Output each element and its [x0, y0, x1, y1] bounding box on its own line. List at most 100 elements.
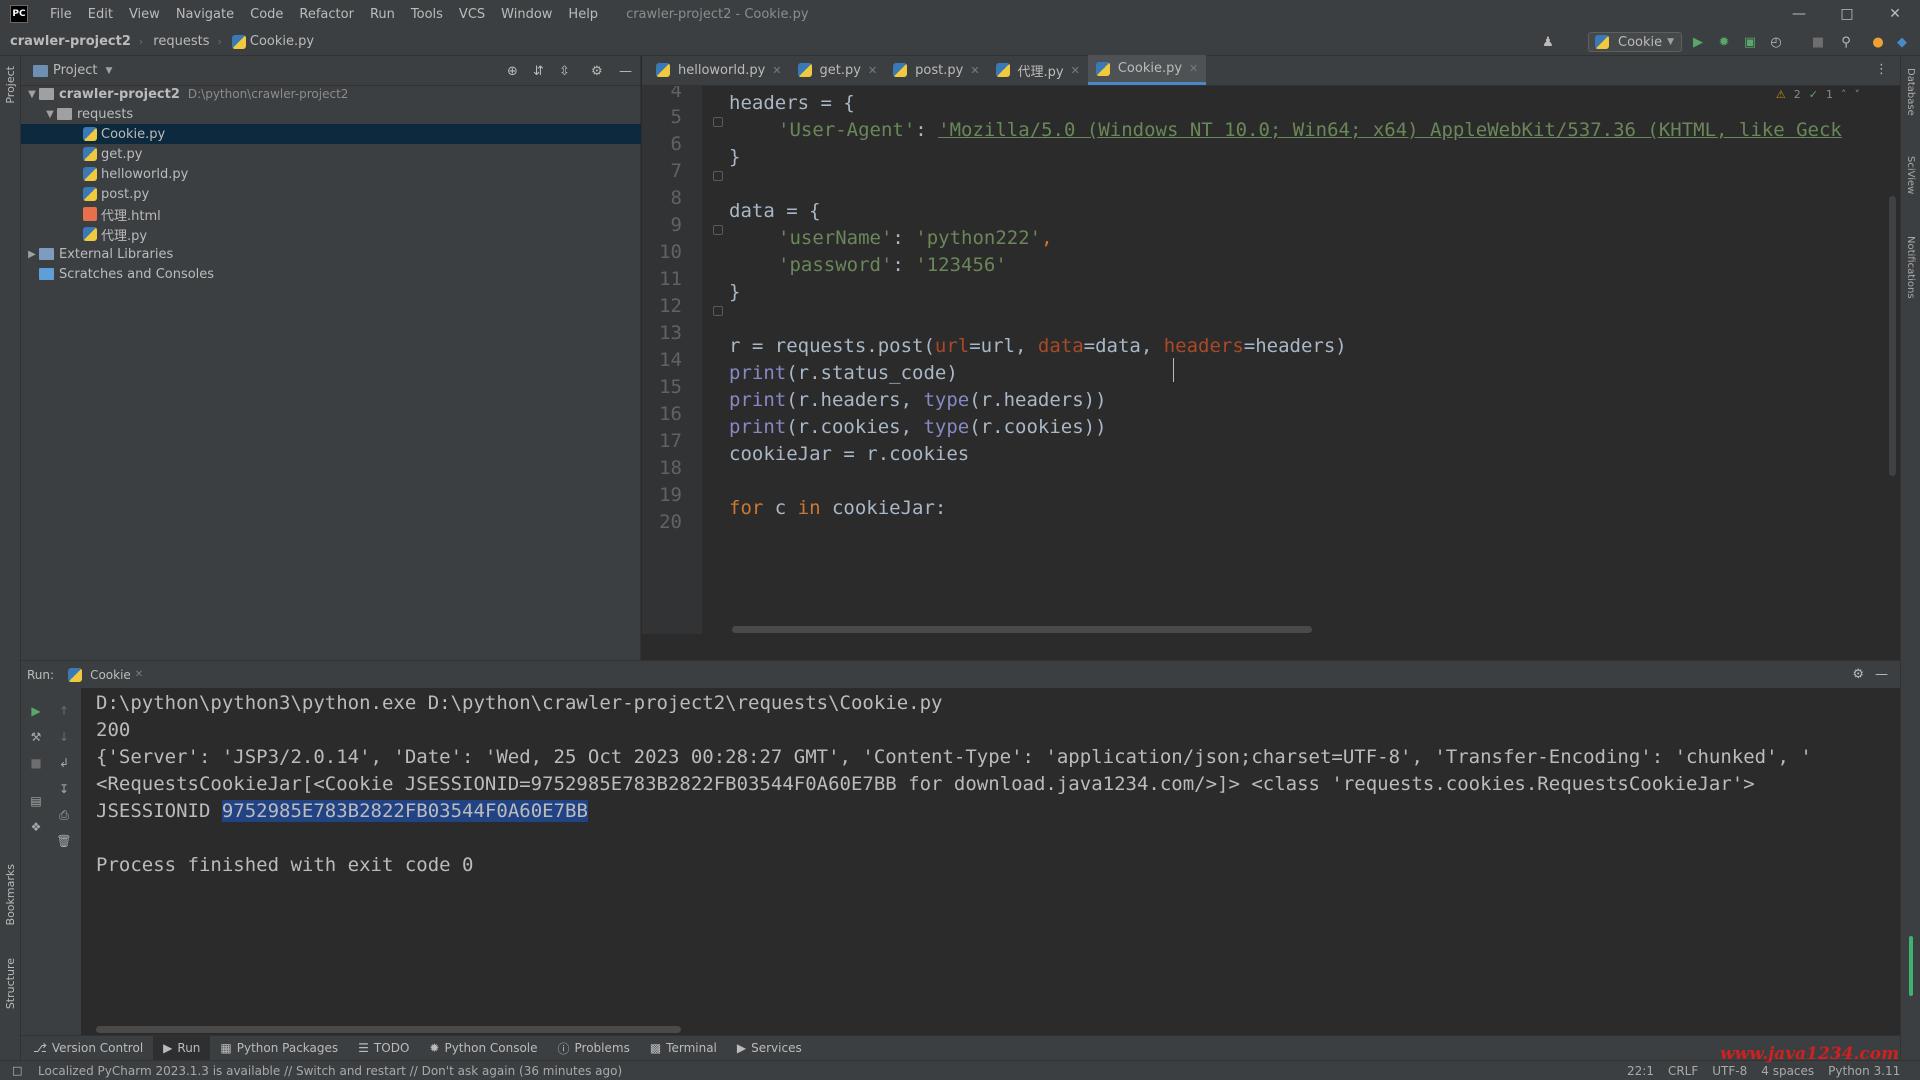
close-tab-icon[interactable]: ✕ — [970, 64, 979, 77]
breadcrumb-file[interactable]: Cookie.py — [222, 34, 314, 49]
close-tab-icon[interactable]: ✕ — [868, 64, 877, 77]
more-tabs-icon[interactable]: ⋮ — [1875, 62, 1888, 77]
run-config-select[interactable]: Cookie ▼ — [1588, 32, 1682, 52]
tree-item-post-py[interactable]: post.py — [21, 184, 641, 204]
tab-post-py[interactable]: post.py ✕ — [885, 55, 987, 85]
menu-code[interactable]: Code — [242, 7, 291, 22]
fold-marker-icon[interactable] — [713, 225, 723, 235]
sciview-tool-button[interactable]: SciView — [1905, 156, 1916, 194]
tree-item-helloworld-py[interactable]: helloworld.py — [21, 164, 641, 184]
menu-refactor[interactable]: Refactor — [291, 7, 362, 22]
collapse-all-icon[interactable]: ⇳ — [559, 64, 570, 79]
menu-file[interactable]: File — [42, 7, 80, 22]
scroll-to-end-icon[interactable]: ↧ — [55, 780, 73, 798]
menu-edit[interactable]: Edit — [80, 7, 121, 22]
close-tab-icon[interactable]: ✕ — [1189, 62, 1198, 75]
locate-icon[interactable]: ⊕ — [507, 64, 518, 79]
print-icon[interactable]: ⎙ — [55, 806, 73, 824]
close-tab-icon[interactable]: ✕ — [772, 64, 781, 77]
editor-vertical-scrollbar[interactable] — [1889, 196, 1896, 476]
close-tab-icon[interactable]: ✕ — [1071, 64, 1080, 77]
notifications-tool-button[interactable]: Notifications — [1905, 236, 1916, 299]
caret-position[interactable]: 22:1 — [1620, 1064, 1661, 1078]
hide-icon[interactable]: — — [1875, 667, 1888, 682]
debug-icon[interactable]: ✹ — [1716, 34, 1732, 50]
tab-terminal[interactable]: ▩ Terminal — [640, 1036, 727, 1061]
tab-proxy-py[interactable]: 代理.py ✕ — [988, 55, 1088, 85]
layout-toggle-icon[interactable]: □ — [12, 1064, 22, 1077]
fold-marker-icon[interactable] — [713, 117, 723, 127]
rerun-icon[interactable]: ▶ — [27, 702, 45, 720]
status-message[interactable]: Localized PyCharm 2023.1.3 is available … — [0, 1064, 622, 1078]
breadcrumb-folder[interactable]: requests — [143, 34, 209, 49]
structure-tool-button[interactable]: Structure — [4, 958, 17, 1009]
update-icon[interactable]: ● — [1870, 34, 1886, 50]
tab-helloworld-py[interactable]: helloworld.py ✕ — [648, 55, 790, 85]
down-icon[interactable]: ↓ — [55, 728, 73, 746]
tab-python-packages[interactable]: ▦ Python Packages — [210, 1036, 348, 1061]
menu-window[interactable]: Window — [493, 7, 560, 22]
minimize-icon[interactable]: — — [1776, 0, 1822, 28]
menu-navigate[interactable]: Navigate — [168, 7, 242, 22]
menu-view[interactable]: View — [121, 7, 168, 22]
menu-run[interactable]: Run — [362, 7, 403, 22]
chevron-up-icon[interactable]: ˄ — [1841, 88, 1847, 101]
tree-item-proxy-html[interactable]: 代理.html — [21, 204, 641, 224]
soft-wrap-icon[interactable]: ↲ — [55, 754, 73, 772]
run-tab-cookie[interactable]: Cookie ✕ — [68, 667, 143, 682]
breadcrumb-project[interactable]: crawler-project2 — [0, 34, 131, 49]
expand-all-icon[interactable]: ⇵ — [533, 64, 544, 79]
maximize-icon[interactable]: □ — [1824, 0, 1870, 28]
inspection-widget[interactable]: ⚠ 2 ✓ 1 ˄ ˅ — [1776, 88, 1860, 101]
menu-tools[interactable]: Tools — [403, 7, 451, 22]
pycharm-icon[interactable]: ◆ — [1894, 34, 1910, 50]
chevron-down-icon[interactable]: ▼ — [105, 66, 112, 76]
stop-icon[interactable]: ■ — [27, 754, 45, 772]
wrench-icon[interactable]: ⚒ — [27, 728, 45, 746]
hide-icon[interactable]: — — [619, 64, 632, 79]
stop-icon[interactable]: ■ — [1810, 34, 1826, 50]
user-icon[interactable]: ♟ — [1540, 34, 1556, 50]
tab-todo[interactable]: ☰ TODO — [348, 1036, 419, 1061]
search-icon[interactable]: ⚲ — [1838, 34, 1854, 50]
python-interpreter[interactable]: Python 3.11 — [1821, 1064, 1907, 1078]
tab-version-control[interactable]: ⎇ Version Control — [21, 1036, 153, 1061]
fold-marker-icon[interactable] — [713, 306, 723, 316]
pin-icon[interactable]: ❖ — [27, 818, 45, 836]
line-separator[interactable]: CRLF — [1661, 1064, 1705, 1078]
up-icon[interactable]: ↑ — [55, 702, 73, 720]
console-horizontal-scrollbar[interactable] — [96, 1026, 681, 1033]
run-console[interactable]: D:\python\python3\python.exe D:\python\c… — [81, 688, 1900, 1035]
tree-item-project-root[interactable]: ▼ crawler-project2 D:\python\crawler-pro… — [21, 84, 641, 104]
file-encoding[interactable]: UTF-8 — [1705, 1064, 1754, 1078]
chevron-down-icon[interactable]: ˅ — [1855, 88, 1861, 101]
close-icon[interactable]: ✕ — [1872, 0, 1918, 28]
tree-item-proxy-py[interactable]: 代理.py — [21, 224, 641, 244]
menu-vcs[interactable]: VCS — [451, 7, 493, 22]
database-tool-button[interactable]: Database — [1905, 68, 1916, 116]
gear-icon[interactable]: ⚙ — [591, 64, 603, 79]
tree-item-scratches[interactable]: Scratches and Consoles — [21, 264, 641, 284]
tab-python-console[interactable]: ✹ Python Console — [419, 1036, 547, 1061]
tab-services[interactable]: ▶ Services — [727, 1036, 812, 1061]
menu-help[interactable]: Help — [560, 7, 606, 22]
tab-problems[interactable]: ⓘ Problems — [548, 1036, 640, 1061]
code-editor[interactable]: 4 5 6 7 8 9 10 11 12 13 14 15 16 17 18 1… — [642, 86, 1900, 634]
coverage-icon[interactable]: ▣ — [1742, 34, 1758, 50]
tab-run[interactable]: ▶ Run — [153, 1035, 211, 1061]
project-tool-button[interactable]: Project — [4, 66, 17, 104]
tab-cookie-py[interactable]: Cookie.py ✕ — [1087, 55, 1207, 85]
close-tab-icon[interactable]: ✕ — [135, 669, 143, 680]
editor-horizontal-scrollbar[interactable] — [732, 626, 1312, 633]
indent-setting[interactable]: 4 spaces — [1754, 1064, 1821, 1078]
gear-icon[interactable]: ⚙ — [1852, 667, 1864, 682]
tree-item-get-py[interactable]: get.py — [21, 144, 641, 164]
profile-icon[interactable]: ◴ — [1768, 34, 1784, 50]
bookmarks-tool-button[interactable]: Bookmarks — [4, 864, 17, 925]
fold-marker-icon[interactable] — [713, 171, 723, 181]
tree-item-external-libraries[interactable]: ▶ External Libraries — [21, 244, 641, 264]
tree-item-requests[interactable]: ▼ requests — [21, 104, 641, 124]
tab-get-py[interactable]: get.py ✕ — [790, 55, 886, 85]
tree-item-cookie-py[interactable]: Cookie.py — [21, 124, 641, 144]
trash-icon[interactable]: 🗑 — [55, 832, 73, 850]
